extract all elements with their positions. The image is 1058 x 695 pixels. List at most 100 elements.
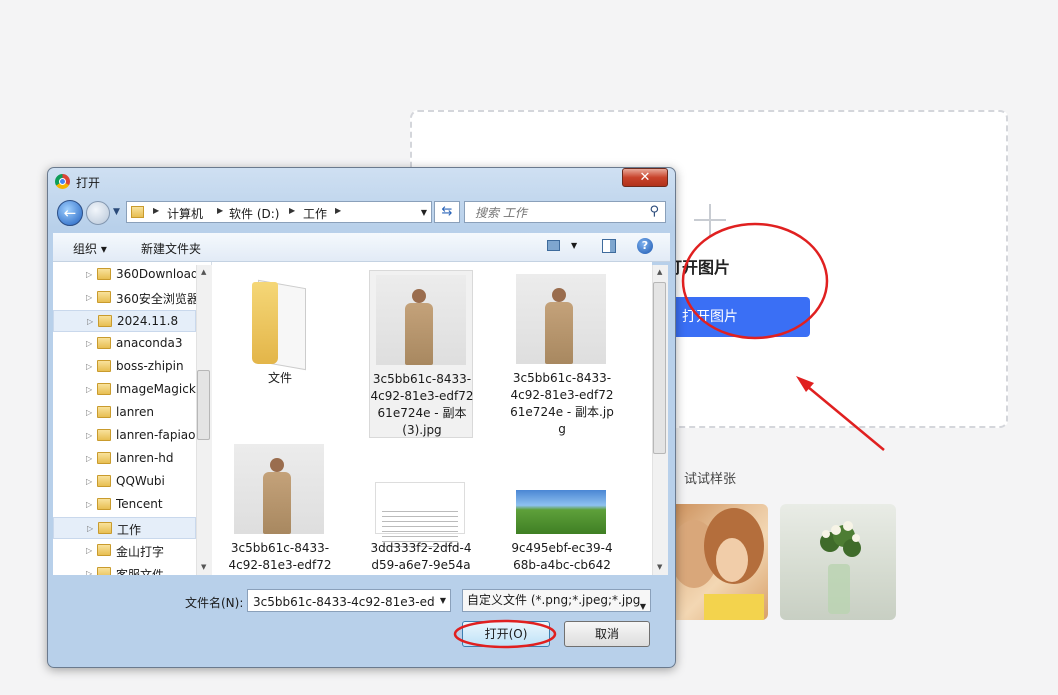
folder-icon (97, 452, 111, 464)
sample-portrait-art (670, 508, 764, 620)
address-chevron-down-icon[interactable]: ▼ (421, 208, 427, 217)
breadcrumb-folder[interactable]: 工作 (303, 205, 327, 222)
expand-arrow-icon[interactable]: ▷ (86, 454, 92, 463)
folder-icon (97, 544, 111, 556)
close-button[interactable]: ✕ (622, 168, 668, 187)
filename-chevron-down-icon[interactable]: ▼ (440, 596, 446, 605)
expand-arrow-icon[interactable]: ▷ (86, 339, 92, 348)
filename-label: 文件名(N): (185, 596, 244, 610)
scroll-down-arrow-icon[interactable]: ▼ (201, 563, 206, 571)
refresh-icon[interactable]: ⇆ (434, 201, 460, 223)
scroll-up-arrow-icon[interactable]: ▲ (657, 268, 662, 276)
history-chevron-down-icon[interactable]: ▼ (113, 207, 120, 217)
tree-item-label: lanren-hd (116, 451, 174, 465)
breadcrumb-drive[interactable]: 软件 (D:) (229, 205, 279, 222)
preview-pane-icon[interactable] (602, 239, 616, 253)
file-item[interactable]: 9c495ebf-ec39-468b-a4bc-cb6424fb402 (510, 440, 614, 575)
filetype-chevron-down-icon[interactable]: ▼ (640, 596, 646, 611)
file-item[interactable]: 3dd333f2-2dfd-4d59-a6e7-9e54a6ceff (369, 440, 473, 575)
file-item[interactable]: 3c5bb61c-8433-4c92-81e3-edf7261e724e - 副… (510, 270, 614, 440)
folder-icon (97, 498, 111, 510)
folder-icon (97, 475, 111, 487)
tree-item[interactable]: ▷ lanren (53, 402, 196, 424)
expand-arrow-icon[interactable]: ▷ (86, 385, 92, 394)
new-folder-button[interactable]: 新建文件夹 (141, 240, 201, 257)
search-icon[interactable]: ⚲ (649, 204, 659, 219)
tree-item[interactable]: ▷ 工作 (53, 517, 196, 539)
image-thumbnail (234, 444, 324, 534)
tree-item-label: lanren (116, 405, 154, 419)
file-list: 文件 3c5bb61c-8433-4c92-81e3-edf7261e724e … (212, 262, 652, 575)
chrome-icon (55, 174, 70, 189)
tree-item[interactable]: ▷ Tencent (53, 494, 196, 516)
tree-item-label: Tencent (116, 497, 163, 511)
filetype-select[interactable]: 自定义文件 (*.png;*.jpeg;*.jpg ▼ (462, 589, 651, 612)
file-name: 3c5bb61c-8433-4c92-81e3-edf7261e724e - 副… (370, 372, 474, 437)
tree-item-label: 2024.11.8 (117, 314, 179, 328)
tree-item[interactable]: ▷ QQWubi (53, 471, 196, 493)
tree-item[interactable]: ▷ 金山打字 (53, 540, 196, 562)
tree-item[interactable]: ▷ 360Download (53, 264, 196, 286)
filename-combobox[interactable]: ▼ (247, 589, 451, 612)
expand-arrow-icon[interactable]: ▷ (86, 408, 92, 417)
file-item[interactable]: 3c5bb61c-8433-4c92-81e3-edf7261e724e.jpg (228, 440, 332, 575)
cancel-button[interactable]: 取消 (564, 621, 650, 647)
tree-scrollbar-thumb[interactable] (197, 370, 210, 440)
tree-item-label: anaconda3 (116, 336, 183, 350)
expand-arrow-icon[interactable]: ▷ (86, 362, 92, 371)
folder-icon (97, 406, 111, 418)
tree-item[interactable]: ▷ 客服文件 (53, 563, 196, 575)
sample-image-portrait[interactable] (664, 504, 768, 620)
view-icon[interactable] (547, 240, 560, 251)
address-bar[interactable]: ▶ 计算机 ▶ 软件 (D:) ▶ 工作 ▶ ▼ (126, 201, 432, 223)
help-icon[interactable]: ? (637, 238, 653, 254)
tree-item[interactable]: ▷ boss-zhipin (53, 356, 196, 378)
expand-arrow-icon[interactable]: ▷ (86, 569, 92, 575)
tree-item[interactable]: ▷ anaconda3 (53, 333, 196, 355)
organize-button[interactable]: 组织 ▾ (73, 240, 107, 257)
back-arrow-icon[interactable]: ← (57, 200, 83, 226)
scroll-down-arrow-icon[interactable]: ▼ (657, 563, 662, 571)
expand-arrow-icon[interactable]: ▷ (87, 524, 93, 533)
document-thumbnail (375, 482, 465, 551)
folder-icon (97, 567, 111, 575)
breadcrumb-computer[interactable]: 计算机 (167, 205, 203, 222)
expand-arrow-icon[interactable]: ▷ (86, 477, 92, 486)
expand-arrow-icon[interactable]: ▷ (86, 293, 92, 302)
expand-arrow-icon[interactable]: ▷ (86, 270, 92, 279)
expand-arrow-icon[interactable]: ▷ (87, 317, 93, 326)
navigation-pane: ▷ 360Download ▷ 360安全浏览器 ▷ 2024.11.8 ▷ anaco… (53, 262, 212, 575)
file-item[interactable]: 文件 (228, 270, 332, 440)
expand-arrow-icon[interactable]: ▷ (86, 546, 92, 555)
search-input[interactable] (473, 203, 647, 223)
file-name: 3c5bb61c-8433-4c92-81e3-edf7261e724e.jpg (228, 541, 332, 572)
sample-image-flowers[interactable] (780, 504, 896, 620)
open-button[interactable]: 打开(O) (462, 621, 550, 647)
expand-arrow-icon[interactable]: ▷ (86, 500, 92, 509)
file-scrollbar-thumb[interactable] (653, 282, 666, 454)
tree-item-label: QQWubi (116, 474, 165, 488)
tree-item[interactable]: ▷ 360安全浏览器 (53, 287, 196, 309)
tree-item-label: ImageMagick (116, 382, 196, 396)
file-name: 3c5bb61c-8433-4c92-81e3-edf7261e724e - 副… (510, 371, 614, 436)
tree-item[interactable]: ▷ ImageMagick (53, 379, 196, 401)
tree-item[interactable]: ▷ lanren-fapiao (53, 425, 196, 447)
breadcrumb-arrow-icon: ▶ (217, 206, 224, 215)
tree-item[interactable]: ▷ 2024.11.8 (53, 310, 196, 332)
expand-arrow-icon[interactable]: ▷ (86, 431, 92, 440)
tree-item[interactable]: ▷ lanren-hd (53, 448, 196, 470)
folder-icon (97, 268, 111, 280)
forward-arrow-icon[interactable] (86, 201, 110, 225)
view-chevron-down-icon[interactable]: ▼ (571, 241, 577, 250)
folder-icon (234, 274, 324, 364)
folder-icon (97, 383, 111, 395)
filename-input[interactable] (251, 591, 437, 612)
sample-flowers-art (820, 521, 861, 614)
scroll-up-arrow-icon[interactable]: ▲ (201, 268, 206, 276)
tree-item-label: 工作 (117, 523, 142, 537)
search-box[interactable]: ⚲ (464, 201, 666, 223)
file-item[interactable]: 3c5bb61c-8433-4c92-81e3-edf7261e724e - 副… (369, 270, 473, 438)
breadcrumb-arrow-icon: ▶ (289, 206, 296, 215)
breadcrumb-arrow-icon: ▶ (153, 206, 160, 215)
landscape-thumbnail (516, 490, 606, 534)
